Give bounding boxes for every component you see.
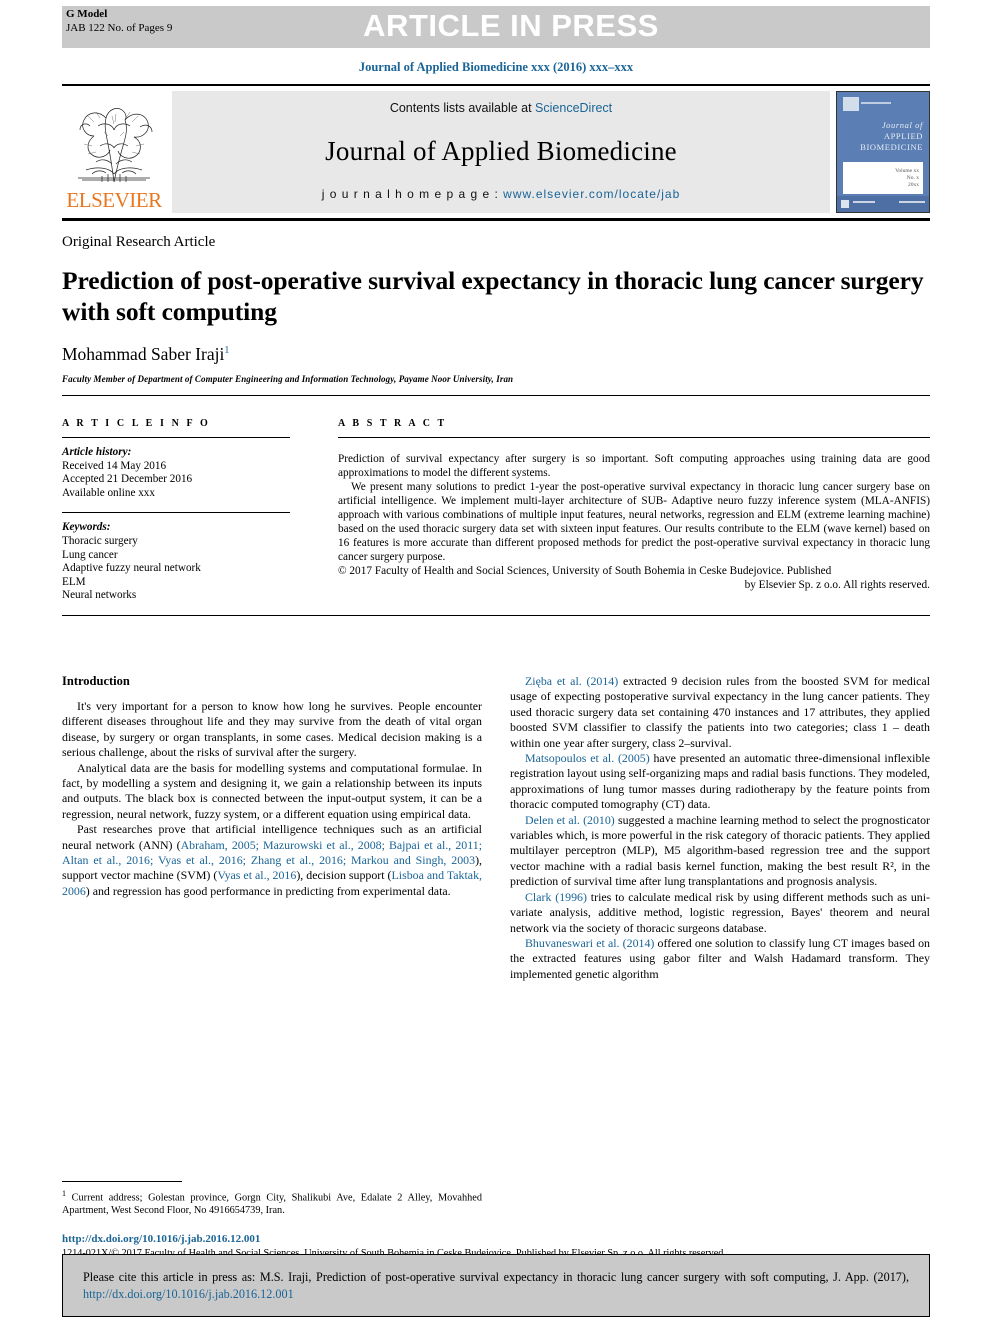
abstract-copyright-text: © 2017 Faculty of Health and Social Scie… — [338, 565, 832, 578]
article-history-label: Article history: — [62, 446, 132, 459]
intro-paragraph-right: Matsopoulos et al. (2005) have presented… — [510, 751, 930, 813]
article-info-label: A R T I C L E I N F O — [62, 418, 211, 430]
section-heading-introduction: Introduction — [62, 674, 130, 689]
intro-paragraph-right: Bhuvaneswari et al. (2014) offered one s… — [510, 936, 930, 982]
keywords-rule — [62, 512, 290, 514]
author-affiliation: Faculty Member of Department of Computer… — [62, 374, 514, 385]
article-page: G Model JAB 122 No. of Pages 9 ARTICLE I… — [0, 6, 992, 1329]
cite-text-prefix: Please cite this article in press as: M.… — [83, 1270, 909, 1284]
sciencedirect-link[interactable]: ScienceDirect — [535, 101, 612, 115]
history-received: Received 14 May 2016 — [62, 459, 167, 472]
page-title: Prediction of post-operative survival ex… — [62, 266, 924, 326]
cover-publisher-mark-icon — [843, 97, 859, 111]
intro-text-left: It's very important for a person to know… — [62, 699, 482, 899]
cover-footer-logo-icon — [841, 200, 849, 208]
cover-footer-rule-left — [853, 201, 875, 203]
intro-paragraph-right: Zięba et al. (2014) extracted 9 decision… — [510, 674, 930, 751]
journal-homepage-line: j o u r n a l h o m e p a g e : www.else… — [322, 187, 681, 201]
abstract-label: A B S T R A C T — [338, 418, 447, 430]
cover-title-line2: APPLIED — [883, 131, 923, 141]
paragraph-text: ) and regression has good performance in… — [85, 883, 451, 898]
footnote-text: 1 Current address; Golestan province, Go… — [62, 1187, 482, 1217]
intro-text-right: Zięba et al. (2014) extracted 9 decision… — [510, 674, 930, 982]
article-history-block: Article history: Received 14 May 2016 Ac… — [62, 446, 290, 500]
abstract-bottom-rule — [62, 615, 930, 617]
citation-link[interactable]: Matsopoulos et al. (2005) — [525, 751, 650, 765]
journal-title: Journal of Applied Biomedicine — [325, 135, 677, 166]
keyword-item: Neural networks — [62, 589, 137, 602]
paragraph-text: ), decision support ( — [296, 868, 392, 883]
cover-title-line3: BIOMEDICINE — [860, 142, 923, 152]
citation-link[interactable]: Clark (1996) — [525, 890, 587, 904]
body-column-left: Introduction It's very important for a p… — [62, 674, 482, 1104]
elsevier-wordmark: ELSEVIER — [66, 188, 162, 212]
doi-link[interactable]: http://dx.doi.org/10.1016/j.jab.2016.12.… — [62, 1233, 930, 1245]
history-accepted: Accepted 21 December 2016 — [62, 473, 193, 486]
masthead-rule-bottom — [62, 218, 930, 221]
cover-white-panel: Volume xx No. x 20xx — [843, 162, 923, 194]
journal-cover-thumbnail: Journal of APPLIED BIOMEDICINE Volume xx… — [836, 91, 930, 213]
abstract-rule — [338, 437, 930, 439]
homepage-url-link[interactable]: www.elsevier.com/locate/jab — [503, 187, 680, 201]
elsevier-tree-icon — [78, 108, 153, 183]
cover-top-rule — [861, 102, 891, 104]
keyword-item: Lung cancer — [62, 548, 118, 561]
cover-volume-meta: Volume xx No. x 20xx — [895, 168, 919, 188]
body-column-right: Zięba et al. (2014) extracted 9 decision… — [510, 674, 930, 1104]
keyword-item: Adaptive fuzzy neural network — [62, 562, 201, 575]
body-columns: Introduction It's very important for a p… — [62, 674, 930, 1104]
keyword-item: Thoracic surgery — [62, 535, 138, 548]
footnote-body: Current address; Golestan province, Gorg… — [62, 1192, 482, 1216]
footnote-marker: 1 — [62, 1188, 66, 1198]
cite-this-article-box: Please cite this article in press as: M.… — [62, 1254, 930, 1317]
info-abstract-region: A R T I C L E I N F O Article history: R… — [62, 418, 930, 603]
footnote-rule — [62, 1180, 182, 1182]
cite-this-article-text: Please cite this article in press as: M.… — [83, 1269, 909, 1303]
abstract-paragraph-1: Prediction of survival expectancy after … — [338, 453, 930, 480]
abstract-copyright-text-2: by Elsevier Sp. z o.o. All rights reserv… — [744, 579, 930, 592]
cover-title-block: Journal of APPLIED BIOMEDICINE — [837, 120, 923, 153]
intro-paragraph-1: It's very important for a person to know… — [62, 699, 482, 760]
abstract-paragraph-2: We present many solutions to predict 1-y… — [338, 481, 930, 564]
keyword-item: ELM — [62, 575, 86, 588]
intro-paragraph-3: Past researches prove that artificial in… — [62, 822, 482, 899]
article-head-rule — [62, 395, 930, 397]
article-info-column: A R T I C L E I N F O Article history: R… — [62, 418, 290, 603]
contents-lists-prefix: Contents lists available at — [389, 101, 536, 115]
elsevier-logo: ELSEVIER — [62, 91, 166, 213]
article-type: Original Research Article — [62, 234, 216, 250]
contents-lists-line: Contents lists available at ScienceDirec… — [390, 101, 612, 115]
intro-paragraph-right: Delen et al. (2010) suggested a machine … — [510, 813, 930, 890]
keywords-block: Keywords: Thoracic surgery Lung cancer A… — [62, 521, 290, 603]
cite-doi-link[interactable]: http://dx.doi.org/10.1016/j.jab.2016.12.… — [83, 1287, 294, 1301]
history-available: Available online xxx — [62, 486, 155, 499]
cover-footer-rule-right — [899, 201, 925, 203]
author-footnote-marker[interactable]: 1 — [224, 345, 229, 356]
article-in-press-banner: G Model JAB 122 No. of Pages 9 ARTICLE I… — [62, 6, 930, 48]
citation-link[interactable]: Delen et al. (2010) — [525, 813, 615, 827]
masthead-rule-top — [62, 84, 930, 86]
journal-masthead: ELSEVIER Contents lists available at Sci… — [62, 91, 930, 213]
abstract-column: A B S T R A C T Prediction of survival e… — [338, 418, 930, 603]
cover-footer-band — [837, 196, 929, 212]
article-in-press-text: ARTICLE IN PRESS — [363, 8, 659, 43]
abstract-body: Prediction of survival expectancy after … — [338, 452, 930, 592]
article-info-rule — [62, 437, 290, 439]
intro-paragraph-right: Clark (1996) tries to calculate medical … — [510, 890, 930, 936]
keywords-label: Keywords: — [62, 521, 111, 534]
intro-paragraph-2: Analytical data are the basis for modell… — [62, 760, 482, 821]
abstract-copyright: © 2017 Faculty of Health and Social Scie… — [338, 564, 930, 592]
footnote-region: 1 Current address; Golestan province, Go… — [62, 1180, 482, 1217]
citation-link[interactable]: Zięba et al. (2014) — [525, 674, 618, 688]
cover-title-line1: Journal of — [881, 120, 923, 130]
author-name: Mohammad Saber Iraji1 — [62, 344, 930, 365]
citation-link[interactable]: Bhuvaneswari et al. (2014) — [525, 936, 654, 950]
journal-running-head: Journal of Applied Biomedicine xxx (2016… — [358, 60, 634, 74]
citation-link[interactable]: Vyas et al., 2016 — [217, 868, 296, 882]
author-name-text: Mohammad Saber Iraji — [62, 344, 225, 365]
homepage-label: j o u r n a l h o m e p a g e : — [321, 187, 504, 201]
masthead-center: Contents lists available at ScienceDirec… — [172, 91, 830, 213]
